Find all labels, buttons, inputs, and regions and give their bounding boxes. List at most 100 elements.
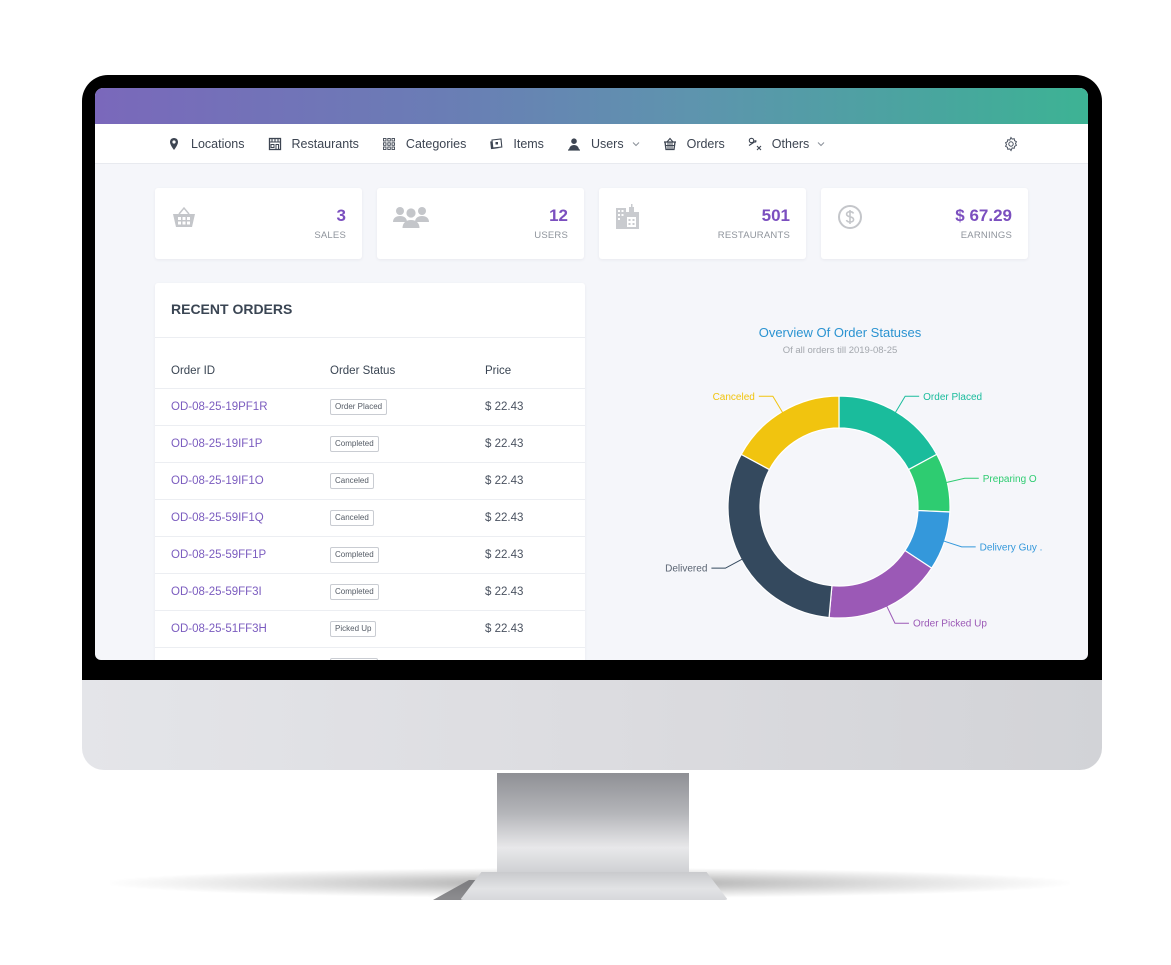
slice-label: Order Placed — [923, 392, 982, 403]
order-id-cell: OD-08-25-19IF1O — [155, 462, 330, 500]
status-badge: Canceled — [330, 473, 374, 489]
price-cell — [485, 647, 585, 660]
map-pin-icon — [170, 137, 178, 150]
nav-label: Items — [513, 136, 544, 151]
leader-line — [945, 477, 979, 484]
chevron-down-icon — [817, 141, 825, 146]
table-row[interactable]: OD-08-25-59FF1P Completed $ 22.43 — [155, 536, 585, 574]
table-row[interactable]: OD-08-25-19IF1P Completed $ 22.43 — [155, 425, 585, 463]
order-status-cell — [330, 647, 485, 660]
donut-slice-order-placed[interactable] — [838, 395, 938, 471]
order-id-cell: OD-08-25-59FF3I — [155, 573, 330, 611]
order-id-cell: OD-08-25-19IF1P — [155, 425, 330, 463]
status-badge: Completed — [330, 584, 379, 600]
status-badge: Picked Up — [330, 621, 377, 637]
price-cell: $ 22.43 — [485, 425, 585, 463]
donut-slice-order-picked-up[interactable] — [828, 549, 933, 619]
order-id-link[interactable]: OD-08-25-59FF1P — [171, 549, 266, 561]
app-screen: Locations Restaurants Categories Items U… — [95, 88, 1088, 660]
misc-icon — [748, 137, 762, 150]
status-badge: Completed — [330, 547, 379, 563]
nav-item-users[interactable]: Users — [567, 137, 640, 151]
donut-slice-canceled[interactable] — [740, 395, 840, 471]
column-header-order-status: Order Status — [330, 338, 485, 389]
nav-item-restaurants[interactable]: Restaurants — [268, 137, 359, 151]
leader-line — [942, 540, 976, 548]
slice-label: Canceled — [713, 392, 755, 403]
stat-label: SALES — [314, 230, 346, 241]
order-id-link[interactable]: OD-08-25-19PF1R — [171, 401, 268, 413]
grid-icon — [382, 137, 395, 150]
order-id-link[interactable]: OD-08-25-19IF1O — [171, 475, 264, 487]
nav-item-others[interactable]: Others — [748, 137, 826, 151]
nav-label: Categories — [405, 136, 467, 151]
basket-icon — [173, 206, 195, 227]
leader-line — [894, 395, 920, 414]
table-row[interactable] — [155, 647, 585, 660]
order-id-cell: OD-08-25-59IF1Q — [155, 499, 330, 537]
price-cell: $ 22.43 — [485, 536, 585, 574]
nav-label: Others — [771, 136, 810, 151]
table-row[interactable]: OD-08-25-19IF1O Canceled $ 22.43 — [155, 462, 585, 500]
chevron-down-icon — [632, 141, 639, 146]
stat-card-earnings: $ 67.29 EARNINGS — [821, 188, 1028, 259]
donut-slice-delivered[interactable] — [727, 453, 833, 619]
order-status-cell: Canceled — [330, 499, 485, 537]
stat-label: USERS — [534, 230, 568, 241]
status-badge — [330, 657, 378, 660]
nav-label: Orders — [686, 136, 725, 151]
price-cell: $ 22.43 — [485, 573, 585, 611]
nav-item-locations[interactable]: Locations — [167, 137, 245, 151]
status-badge: Order Placed — [330, 399, 388, 415]
order-id-cell: OD-08-25-19PF1R — [155, 388, 330, 426]
chart-title: Overview Of Order Statuses — [758, 325, 922, 340]
table-row[interactable]: OD-08-25-59FF3I Completed $ 22.43 — [155, 573, 585, 611]
nav-label: Restaurants — [291, 136, 359, 151]
order-status-cell: Order Placed — [330, 388, 485, 426]
recent-orders-title: RECENT ORDERS — [155, 283, 585, 338]
donut-chart: Order Placed Preparing O Delivery Guy . Ord… — [665, 392, 1042, 630]
nav-item-items[interactable]: Items — [489, 137, 544, 151]
order-id-cell — [155, 647, 330, 660]
order-id-cell: OD-08-25-59FF1P — [155, 536, 330, 574]
stat-value: 12 — [549, 206, 568, 225]
order-id-link[interactable]: OD-08-25-59FF3I — [171, 586, 262, 598]
stat-card-users: 12 USERS — [377, 188, 584, 259]
nav-item-categories[interactable]: Categories — [382, 137, 466, 151]
slice-label: Delivered — [665, 564, 707, 575]
nav-label: Locations — [191, 136, 245, 151]
price-cell: $ 22.43 — [485, 499, 585, 537]
monitor-stand-base — [460, 872, 728, 900]
price-cell: $ 22.43 — [485, 610, 585, 648]
main-navbar: Locations Restaurants Categories Items U… — [95, 124, 1088, 164]
column-header-price: Price — [485, 338, 585, 389]
table-row[interactable]: OD-08-25-19PF1R Order Placed $ 22.43 — [155, 388, 585, 426]
slice-label: Preparing O — [983, 474, 1037, 485]
stat-card-sales: 3 SALES — [155, 188, 362, 259]
order-id-link[interactable]: OD-08-25-51FF3H — [171, 623, 267, 635]
order-status-cell: Picked Up — [330, 610, 485, 648]
price-cell: $ 22.43 — [485, 388, 585, 426]
table-row[interactable]: OD-08-25-51FF3H Picked Up $ 22.43 — [155, 610, 585, 648]
price-cell: $ 22.43 — [485, 462, 585, 500]
table-header-row: Order ID Order Status Price — [155, 338, 585, 389]
order-id-cell: OD-08-25-51FF3H — [155, 610, 330, 648]
store-icon — [268, 137, 281, 150]
basket-icon — [663, 137, 676, 150]
user-icon — [567, 137, 580, 151]
nav-item-orders[interactable]: Orders — [663, 137, 725, 151]
table-row[interactable]: OD-08-25-59IF1Q Canceled $ 22.43 — [155, 499, 585, 537]
order-status-cell: Completed — [330, 573, 485, 611]
dollar-circle-icon — [838, 205, 862, 229]
status-badge: Completed — [330, 436, 379, 452]
nav-label: Users — [590, 136, 624, 151]
gear-icon[interactable] — [1003, 136, 1019, 152]
stat-value: $ 67.29 — [955, 206, 1012, 225]
stats-row: 3 SALES 12 USERS 501 RESTAURANTS $ 67.29… — [155, 188, 1028, 259]
leader-line — [711, 558, 744, 569]
order-id-link[interactable]: OD-08-25-59IF1Q — [171, 512, 264, 524]
stat-value: 501 — [761, 206, 790, 225]
order-id-link[interactable]: OD-08-25-19IF1P — [171, 438, 262, 450]
stat-label: EARNINGS — [960, 230, 1012, 241]
leader-line — [885, 604, 909, 624]
